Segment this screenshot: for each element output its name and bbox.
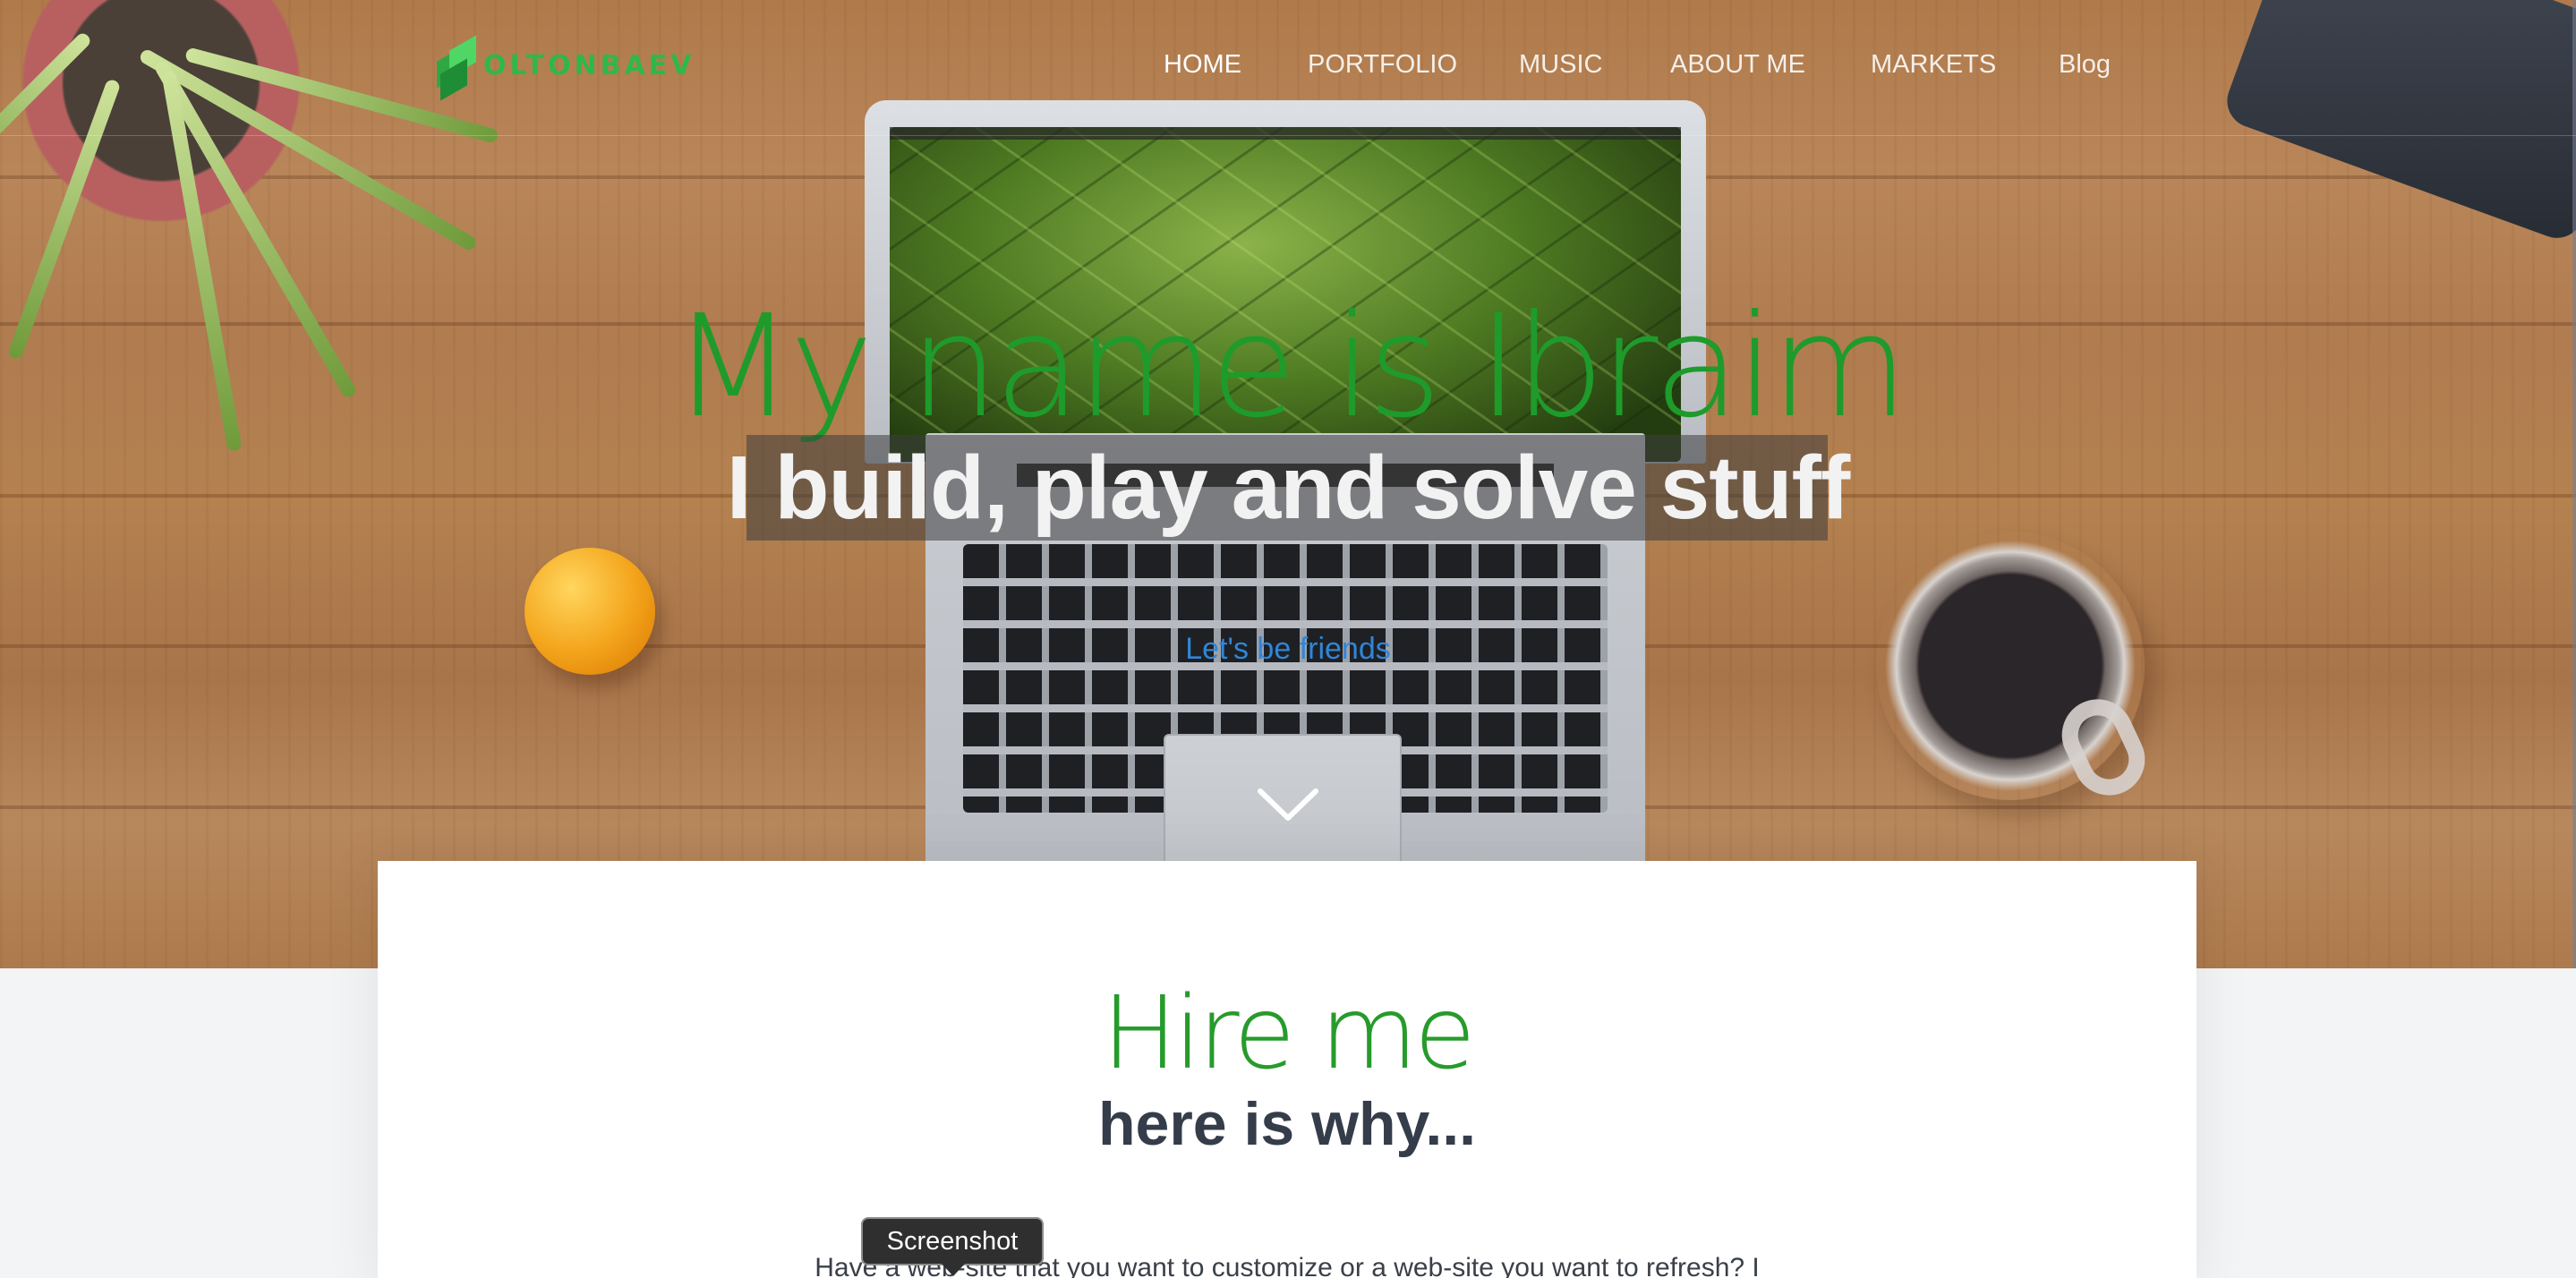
hire-me-subtitle: here is why... — [1097, 1090, 1476, 1158]
brand-logo[interactable]: OLTONBAEV — [433, 34, 695, 101]
hire-me-text: Have a web-site that you want to customi… — [815, 1253, 1760, 1278]
brand-name: OLTONBAEV — [483, 49, 695, 81]
hero-title: My name is Ibraim — [671, 285, 1908, 449]
hire-me-title: Hire me — [1102, 976, 1475, 1092]
nav-item-portfolio[interactable]: PORTFOLIO — [1308, 50, 1457, 80]
screenshot-tooltip: Screenshot — [861, 1217, 1044, 1265]
nav-item-music[interactable]: MUSIC — [1519, 50, 1602, 80]
hero-subtitle: I build, play and solve stuff — [726, 438, 1851, 538]
hero-section: My name is Ibraim I build, play and solv… — [0, 0, 2576, 968]
hire-me-card: Hire me here is why... Have a web-site t… — [378, 861, 2196, 1278]
window-edge — [2572, 0, 2576, 968]
nav-item-about-me[interactable]: ABOUT ME — [1670, 50, 1805, 80]
nav-item-markets[interactable]: MARKETS — [1871, 50, 1996, 80]
tooltip-pointer — [942, 1264, 965, 1276]
nav-item-blog[interactable]: Blog — [2059, 50, 2111, 80]
nav-item-home[interactable]: HOME — [1164, 50, 1241, 80]
chevron-down-icon[interactable] — [1257, 786, 1319, 825]
lets-be-friends-link[interactable]: Let's be friends — [0, 632, 2576, 667]
top-navbar: OLTONBAEV HOME PORTFOLIO MUSIC ABOUT ME … — [0, 0, 2576, 136]
logo-icon — [433, 34, 480, 101]
